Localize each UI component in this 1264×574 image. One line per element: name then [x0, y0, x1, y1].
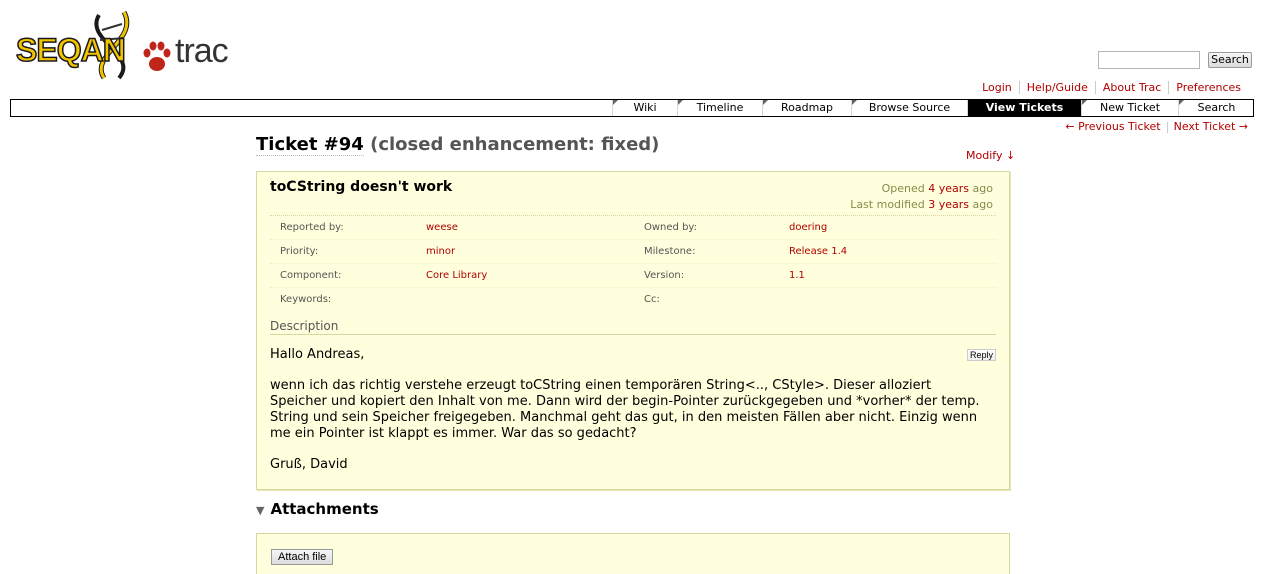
version-label: Version:	[644, 270, 685, 281]
owned-by-label: Owned by:	[644, 222, 697, 233]
description-heading: Description	[270, 319, 996, 335]
opened-time-link[interactable]: 4 years	[928, 182, 969, 195]
opened-prefix: Opened	[881, 182, 925, 195]
reporter-link[interactable]: weese	[426, 216, 458, 239]
nav-view-tickets[interactable]: View Tickets	[967, 100, 1081, 116]
cc-label: Cc:	[644, 294, 660, 305]
owner-link[interactable]: doering	[789, 216, 827, 239]
nav-browse-source[interactable]: Browse Source	[851, 100, 967, 116]
search-button[interactable]: Search	[1208, 52, 1252, 68]
properties-row: Priority: minor Milestone: Release 1.4	[270, 240, 996, 264]
ticket-dates: Opened 4 years ago Last modified 3 years…	[850, 181, 993, 213]
reply-button[interactable]: Reply	[966, 349, 996, 361]
modify-link[interactable]: Modify ↓	[966, 149, 1015, 162]
version-link[interactable]: 1.1	[789, 264, 805, 287]
main-nav: Wiki Timeline Roadmap Browse Source View…	[10, 99, 1254, 117]
next-ticket-link[interactable]: Next Ticket →	[1174, 120, 1248, 133]
keywords-label: Keywords:	[280, 294, 332, 305]
component-label: Component:	[280, 270, 342, 281]
logo-project-name: SEQAN	[15, 31, 126, 69]
nav-timeline[interactable]: Timeline	[677, 100, 762, 116]
meta-nav: Login Help/Guide About Trac Preferences	[975, 81, 1248, 94]
component-link[interactable]: Core Library	[426, 264, 487, 287]
priority-link[interactable]: minor	[426, 240, 455, 263]
properties-row: Component: Core Library Version: 1.1	[270, 264, 996, 288]
modified-suffix: ago	[972, 198, 993, 211]
attach-file-button[interactable]: Attach file	[271, 549, 334, 565]
priority-label: Priority:	[280, 246, 319, 257]
description-paragraph: Gruß, David	[270, 457, 348, 472]
ticket-id-link[interactable]: Ticket #94	[256, 134, 364, 156]
logo-product-name: trac	[175, 32, 229, 70]
modified-time-link[interactable]: 3 years	[928, 198, 969, 211]
previous-ticket-link[interactable]: ← Previous Ticket	[1065, 120, 1160, 133]
milestone-link[interactable]: Release 1.4	[789, 240, 847, 263]
separator	[1166, 121, 1168, 133]
description-paragraph: wenn ich das richtig verstehe erzeugt to…	[270, 378, 980, 441]
attachments-title: Attachments	[270, 500, 379, 518]
modified-prefix: Last modified	[850, 198, 925, 211]
attachments-heading[interactable]: ▼ Attachments	[256, 500, 379, 518]
ticket-status: (closed enhancement: fixed)	[370, 134, 660, 155]
search-input[interactable]	[1098, 51, 1200, 69]
reported-by-label: Reported by:	[280, 222, 344, 233]
paw-icon	[143, 41, 171, 71]
preferences-link[interactable]: Preferences	[1168, 81, 1248, 94]
login-link[interactable]: Login	[975, 81, 1019, 94]
description-paragraph: Hallo Andreas,	[270, 347, 365, 362]
nav-wiki[interactable]: Wiki	[612, 100, 677, 116]
properties-row: Keywords: Cc:	[270, 288, 996, 311]
opened-suffix: ago	[972, 182, 993, 195]
nav-new-ticket[interactable]: New Ticket	[1081, 100, 1178, 116]
ticket-box: toCString doesn't work Opened 4 years ag…	[256, 171, 1010, 490]
page-title: Ticket #94 (closed enhancement: fixed)	[256, 134, 660, 156]
milestone-label: Milestone:	[644, 246, 696, 257]
ticket-properties: Reported by: weese Owned by: doering Pri…	[270, 215, 996, 311]
trac-logo[interactable]: SEQAN trac	[14, 10, 229, 82]
help-guide-link[interactable]: Help/Guide	[1018, 81, 1095, 94]
about-trac-link[interactable]: About Trac	[1094, 81, 1168, 94]
nav-search[interactable]: Search	[1178, 100, 1254, 116]
properties-row: Reported by: weese Owned by: doering	[270, 216, 996, 240]
context-nav: ← Previous Ticket Next Ticket →	[1065, 120, 1248, 133]
nav-roadmap[interactable]: Roadmap	[762, 100, 851, 116]
ticket-summary: toCString doesn't work	[270, 179, 453, 195]
description-body: Hallo Andreas, wenn ich das richtig vers…	[270, 347, 990, 488]
attachments-box: Attach file	[256, 533, 1010, 574]
collapse-triangle-icon: ▼	[256, 504, 265, 517]
